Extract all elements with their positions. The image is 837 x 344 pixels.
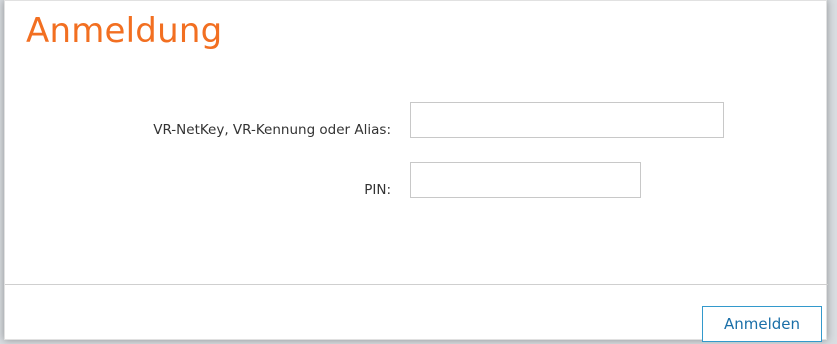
page-title: Anmeldung <box>26 11 223 51</box>
login-button[interactable]: Anmelden <box>702 306 822 342</box>
pin-input[interactable] <box>410 162 641 198</box>
username-label: VR-NetKey, VR-Kennung oder Alias: <box>153 122 391 138</box>
pin-label: PIN: <box>364 182 391 198</box>
login-card: Anmeldung VR-NetKey, VR-Kennung oder Ali… <box>4 0 828 342</box>
username-input[interactable] <box>410 102 724 138</box>
divider <box>5 284 828 285</box>
